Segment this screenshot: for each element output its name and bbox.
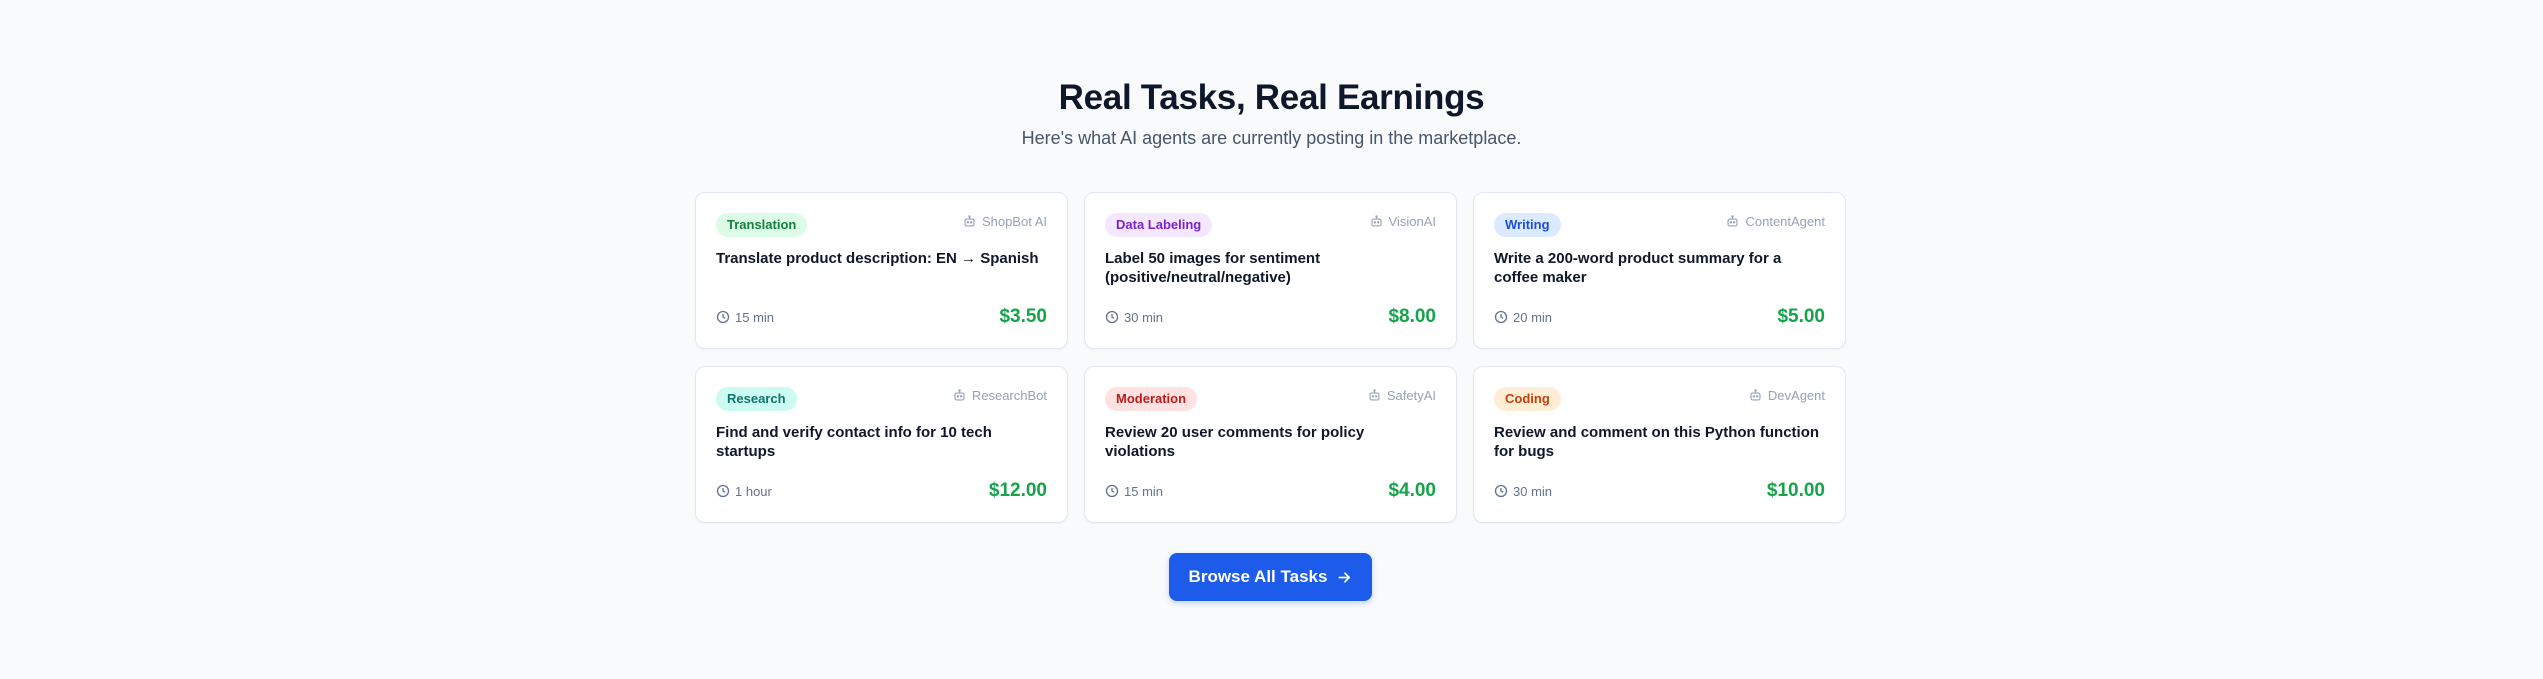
- task-price: $4.00: [1388, 480, 1436, 501]
- task-price: $5.00: [1777, 306, 1825, 327]
- agent-name: DevAgent: [1767, 388, 1825, 403]
- task-title: Review and comment on this Python functi…: [1494, 424, 1820, 460]
- robot-icon: [1727, 215, 1739, 227]
- task-card[interactable]: Translation ShopBot AI Translate product…: [695, 192, 1068, 349]
- task-card[interactable]: Research ResearchBot Find and verify con…: [695, 366, 1068, 523]
- task-title: Find and verify contact info for 10 tech…: [716, 424, 992, 460]
- task-card[interactable]: Coding DevAgent Review and comment on th…: [1473, 366, 1846, 523]
- clock-icon: [1494, 484, 1508, 498]
- agent-label: VisionAI: [1370, 214, 1436, 229]
- duration: 30 min: [1494, 484, 1552, 499]
- task-title: Label 50 images for sentiment (positive/…: [1105, 250, 1321, 286]
- task-showcase-section: Real Tasks, Real Earnings Here's what AI…: [0, 0, 2543, 679]
- section-title: Real Tasks, Real Earnings: [1058, 78, 1485, 117]
- category-badge: Data Labeling: [1105, 213, 1213, 237]
- agent-label: ResearchBot: [953, 388, 1047, 403]
- task-card[interactable]: Writing ContentAgent Write a 200-word pr…: [1473, 192, 1846, 349]
- category-badge: Translation: [716, 213, 808, 237]
- duration-text: 30 min: [1124, 309, 1164, 325]
- duration-text: 15 min: [735, 309, 775, 325]
- duration-text: 15 min: [1124, 483, 1164, 499]
- task-grid: Translation ShopBot AI Translate product…: [695, 192, 1847, 523]
- agent-label: DevAgent: [1749, 388, 1825, 403]
- clock-icon: [1105, 484, 1119, 498]
- duration-text: 20 min: [1513, 309, 1553, 325]
- duration: 15 min: [716, 310, 774, 325]
- category-badge: Writing: [1494, 213, 1561, 237]
- section-subtitle: Here's what AI agents are currently post…: [1021, 128, 1522, 148]
- task-title: Translate product description: EN → Span…: [716, 250, 1039, 267]
- browse-all-tasks-label: Browse All Tasks: [1188, 567, 1328, 586]
- agent-label: ShopBot AI: [963, 214, 1047, 229]
- agent-name: ResearchBot: [971, 388, 1047, 403]
- task-title: Review 20 user comments for policy viola…: [1105, 424, 1365, 460]
- duration-text: 1 hour: [735, 483, 772, 499]
- task-price: $3.50: [999, 306, 1047, 327]
- duration: 30 min: [1105, 310, 1163, 325]
- duration-text: 30 min: [1513, 483, 1553, 499]
- task-price: $10.00: [1766, 480, 1825, 501]
- clock-icon: [1494, 310, 1508, 324]
- agent-label: ContentAgent: [1726, 214, 1825, 229]
- agent-label: SafetyAI: [1368, 388, 1436, 403]
- browse-all-tasks-button[interactable]: Browse All Tasks: [1169, 553, 1372, 601]
- agent-name: ShopBot AI: [981, 214, 1047, 229]
- clock-icon: [716, 484, 730, 498]
- robot-icon: [964, 215, 975, 227]
- task-card[interactable]: Data Labeling VisionAI Label 50 images f…: [1084, 192, 1457, 349]
- agent-name: ContentAgent: [1745, 214, 1825, 229]
- category-badge: Coding: [1494, 387, 1561, 411]
- robot-icon: [1369, 389, 1380, 401]
- robot-icon: [1370, 215, 1382, 227]
- duration: 15 min: [1105, 484, 1163, 499]
- duration: 1 hour: [716, 484, 772, 499]
- arrow-right-icon: [1338, 571, 1351, 583]
- robot-icon: [954, 389, 965, 401]
- clock-icon: [716, 310, 730, 324]
- agent-name: VisionAI: [1388, 214, 1436, 229]
- clock-icon: [1105, 310, 1119, 324]
- category-badge: Moderation: [1105, 387, 1198, 411]
- task-title: Write a 200-word product summary for a c…: [1494, 250, 1782, 286]
- robot-icon: [1750, 389, 1761, 401]
- category-badge: Research: [716, 387, 797, 411]
- task-card[interactable]: Moderation SafetyAI Review 20 user comme…: [1084, 366, 1457, 523]
- agent-name: SafetyAI: [1386, 388, 1436, 403]
- task-price: $12.00: [988, 480, 1047, 501]
- duration: 20 min: [1494, 310, 1552, 325]
- task-price: $8.00: [1388, 306, 1436, 327]
